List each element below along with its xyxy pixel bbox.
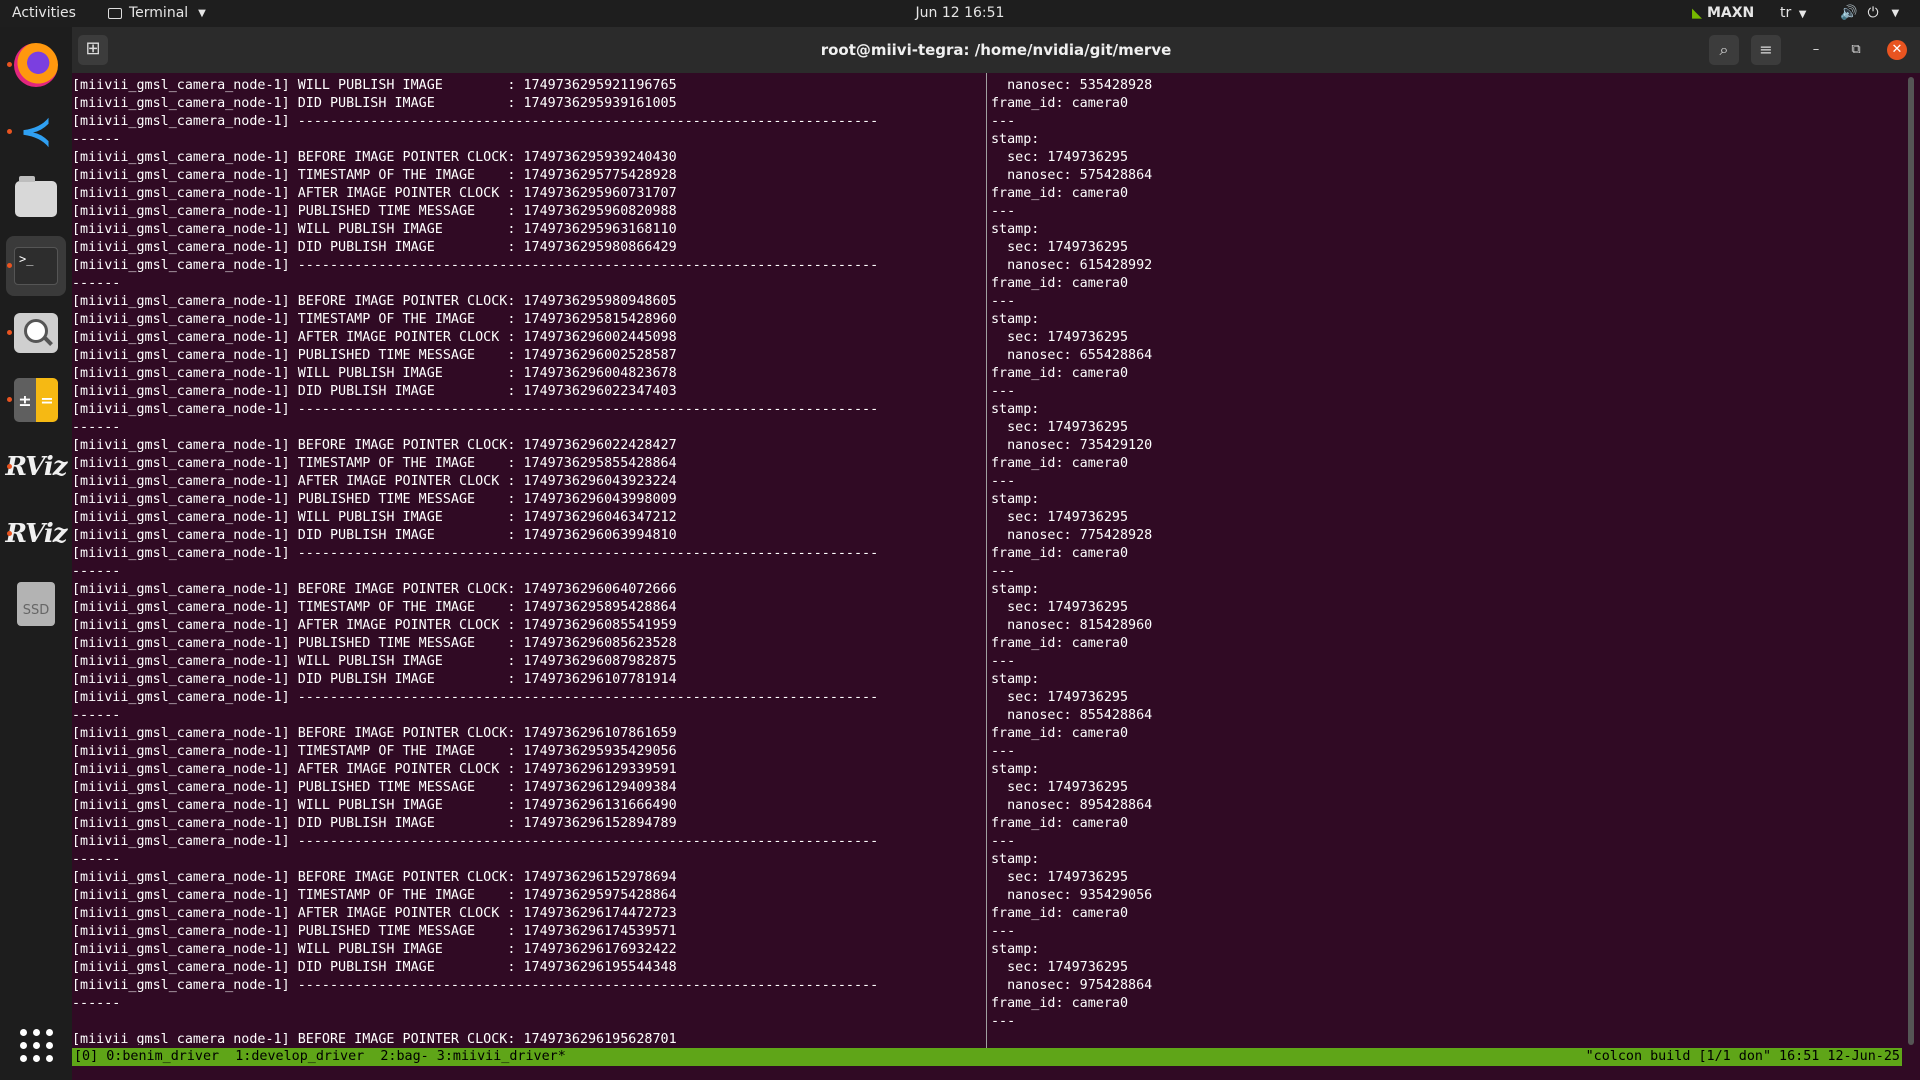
- dock-vscode[interactable]: ≺: [6, 102, 66, 162]
- dock-files[interactable]: [6, 169, 66, 229]
- new-tab-button[interactable]: ⊞: [78, 35, 108, 65]
- system-tray[interactable]: 🔊 ⏻ ▼: [1840, 0, 1899, 27]
- tmux-status-bar: [0] 0:benim_driver 1:develop_driver 2:ba…: [72, 1048, 1902, 1066]
- tmux-pane-left[interactable]: [miivii_gmsl_camera_node-1] WILL PUBLISH…: [72, 77, 982, 1045]
- app-menu-terminal[interactable]: Terminal ▼: [108, 0, 206, 27]
- close-button[interactable]: ✕: [1887, 40, 1907, 60]
- pane-divider[interactable]: [986, 73, 987, 1048]
- power-icon: ⏻: [1867, 5, 1879, 21]
- chevron-down-icon: ▼: [1891, 8, 1900, 19]
- clock-container: Jun 12 16:51: [0, 0, 1920, 27]
- running-indicator: [7, 330, 12, 335]
- maximize-button[interactable]: ⧉: [1846, 40, 1866, 60]
- files-icon: [15, 176, 57, 217]
- input-language-menu[interactable]: tr ▼: [1780, 0, 1806, 27]
- dock-rviz-1[interactable]: RViz: [5, 437, 67, 497]
- tmux-pane-right[interactable]: nanosec: 535428928 frame_id: camera0 ---…: [991, 77, 1891, 1045]
- dock-rviz-2[interactable]: RViz: [5, 504, 67, 564]
- show-applications-button[interactable]: [6, 1015, 66, 1075]
- terminal-output-left: [miivii_gmsl_camera_node-1] WILL PUBLISH…: [72, 78, 879, 1045]
- power-mode-label: MAXN: [1707, 5, 1755, 21]
- chevron-down-icon: ▼: [198, 8, 206, 19]
- search-button[interactable]: ⌕: [1709, 35, 1739, 65]
- minimize-button[interactable]: –: [1806, 40, 1826, 60]
- dock-ssd-drive[interactable]: SSD: [6, 574, 66, 634]
- running-indicator: [7, 129, 12, 134]
- running-indicator: [7, 464, 12, 469]
- running-indicator: [7, 263, 12, 268]
- language-label: tr: [1780, 5, 1792, 21]
- firefox-icon: [14, 43, 58, 87]
- terminal-app-icon: [108, 8, 122, 19]
- new-tab-icon: ⊞: [85, 38, 101, 59]
- hamburger-menu-button[interactable]: ≡: [1751, 35, 1781, 65]
- top-bar: Activities Terminal ▼ Jun 12 16:51 ◣ MAX…: [0, 0, 1920, 27]
- hamburger-icon: ≡: [1759, 40, 1773, 59]
- terminal-window: ⊞ root@miivi-tegra: /home/nvidia/git/mer…: [72, 27, 1920, 1080]
- minimize-icon: –: [1812, 42, 1820, 57]
- search-icon: ⌕: [1719, 40, 1729, 59]
- running-indicator: [7, 531, 12, 536]
- dock: ≺ >_ ± = RViz RViz SSD: [0, 27, 72, 1080]
- rviz-icon: RViz: [5, 452, 67, 482]
- dock-calculator[interactable]: ± =: [6, 370, 66, 430]
- vscode-icon: ≺: [19, 109, 53, 155]
- tmux-window-list[interactable]: [0] 0:benim_driver 1:develop_driver 2:ba…: [74, 1048, 566, 1066]
- date-time-clock[interactable]: Jun 12 16:51: [916, 5, 1005, 21]
- app-menu-label: Terminal: [129, 5, 189, 21]
- rviz-icon: RViz: [5, 519, 67, 549]
- ssd-drive-icon: SSD: [17, 582, 55, 626]
- running-indicator: [7, 62, 12, 67]
- nvidia-power-mode[interactable]: ◣ MAXN: [1692, 0, 1754, 27]
- image-viewer-icon: [14, 313, 58, 353]
- nvidia-icon: ◣: [1692, 6, 1702, 21]
- terminal-icon: >_: [14, 247, 58, 285]
- window-title: root@miivi-tegra: /home/nvidia/git/merve: [820, 41, 1172, 59]
- app-grid-icon: [19, 1028, 53, 1062]
- dock-image-viewer[interactable]: [6, 303, 66, 363]
- calculator-icon: ± =: [14, 378, 58, 422]
- close-icon: ✕: [1891, 42, 1903, 57]
- chevron-down-icon: ▼: [1798, 9, 1807, 20]
- terminal-output-right: nanosec: 535428928 frame_id: camera0 ---…: [991, 78, 1153, 1029]
- restore-icon: ⧉: [1851, 42, 1861, 57]
- activities-button[interactable]: Activities: [12, 0, 76, 27]
- dock-terminal[interactable]: >_: [6, 236, 66, 296]
- dock-firefox[interactable]: [6, 35, 66, 95]
- tmux-status-right: "colcon build [1/1 don" 16:51 12-Jun-25: [1585, 1049, 1900, 1064]
- volume-icon: 🔊: [1840, 5, 1858, 21]
- window-title-container: root@miivi-tegra: /home/nvidia/git/merve: [72, 27, 1920, 73]
- terminal-content[interactable]: [miivii_gmsl_camera_node-1] WILL PUBLISH…: [72, 73, 1920, 1080]
- running-indicator: [7, 397, 12, 402]
- window-titlebar[interactable]: ⊞ root@miivi-tegra: /home/nvidia/git/mer…: [72, 27, 1920, 73]
- scrollbar[interactable]: [1908, 77, 1914, 1045]
